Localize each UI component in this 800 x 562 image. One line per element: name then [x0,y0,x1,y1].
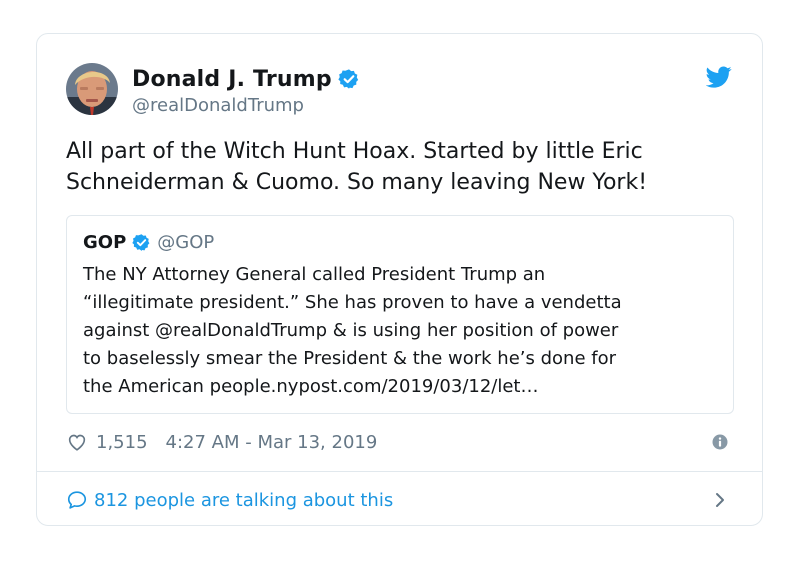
quoted-text-line: the American people.nypost.com/2019/03/1… [83,376,539,397]
timestamp[interactable]: 4:27 AM - Mar 13, 2019 [166,432,378,453]
like-count[interactable]: 1,515 [96,432,148,453]
avatar-image [66,63,118,115]
chevron-right-icon[interactable] [712,490,728,510]
verified-badge-icon [338,69,358,89]
avatar[interactable] [66,63,118,115]
tweet-text-line: Schneiderman & Cuomo. So many leaving Ne… [66,170,648,195]
tweet-text-line: All part of the Witch Hunt Hoax. Started… [66,139,643,164]
verified-badge-icon [132,233,150,251]
heart-icon[interactable] [66,431,88,453]
conversation-link[interactable]: 812 people are talking about this [66,487,393,513]
quoted-text-line: against @realDonaldTrump & is using her … [83,320,619,341]
author-name[interactable]: Donald J. Trump [132,67,332,92]
quoted-tweet-text: The NY Attorney General called President… [83,261,723,401]
quoted-text-line: “illegitimate president.” She has proven… [83,292,622,313]
author-block[interactable]: Donald J. Trump @realDonaldTrump [132,64,360,116]
tweet-card: Donald J. Trump @realDonaldTrump All par… [36,33,763,526]
speech-bubble-icon [67,491,87,509]
tweet-text: All part of the Witch Hunt Hoax. Started… [66,136,726,198]
conversation-count-text[interactable]: 812 people are talking about this [94,490,393,511]
quoted-tweet[interactable]: GOP @GOP The NY Attorney General called … [66,215,734,414]
info-icon[interactable] [712,434,728,450]
author-handle[interactable]: @realDonaldTrump [132,95,360,116]
quoted-author-handle: @GOP [157,231,215,253]
divider [37,471,762,472]
quoted-author-name: GOP [83,231,127,253]
twitter-bird-icon[interactable] [706,64,732,90]
quoted-text-line: The NY Attorney General called President… [83,264,546,285]
quoted-text-line: to baselessly smear the President & the … [83,348,616,369]
tweet-meta: 1,515 4:27 AM - Mar 13, 2019 [66,429,377,455]
